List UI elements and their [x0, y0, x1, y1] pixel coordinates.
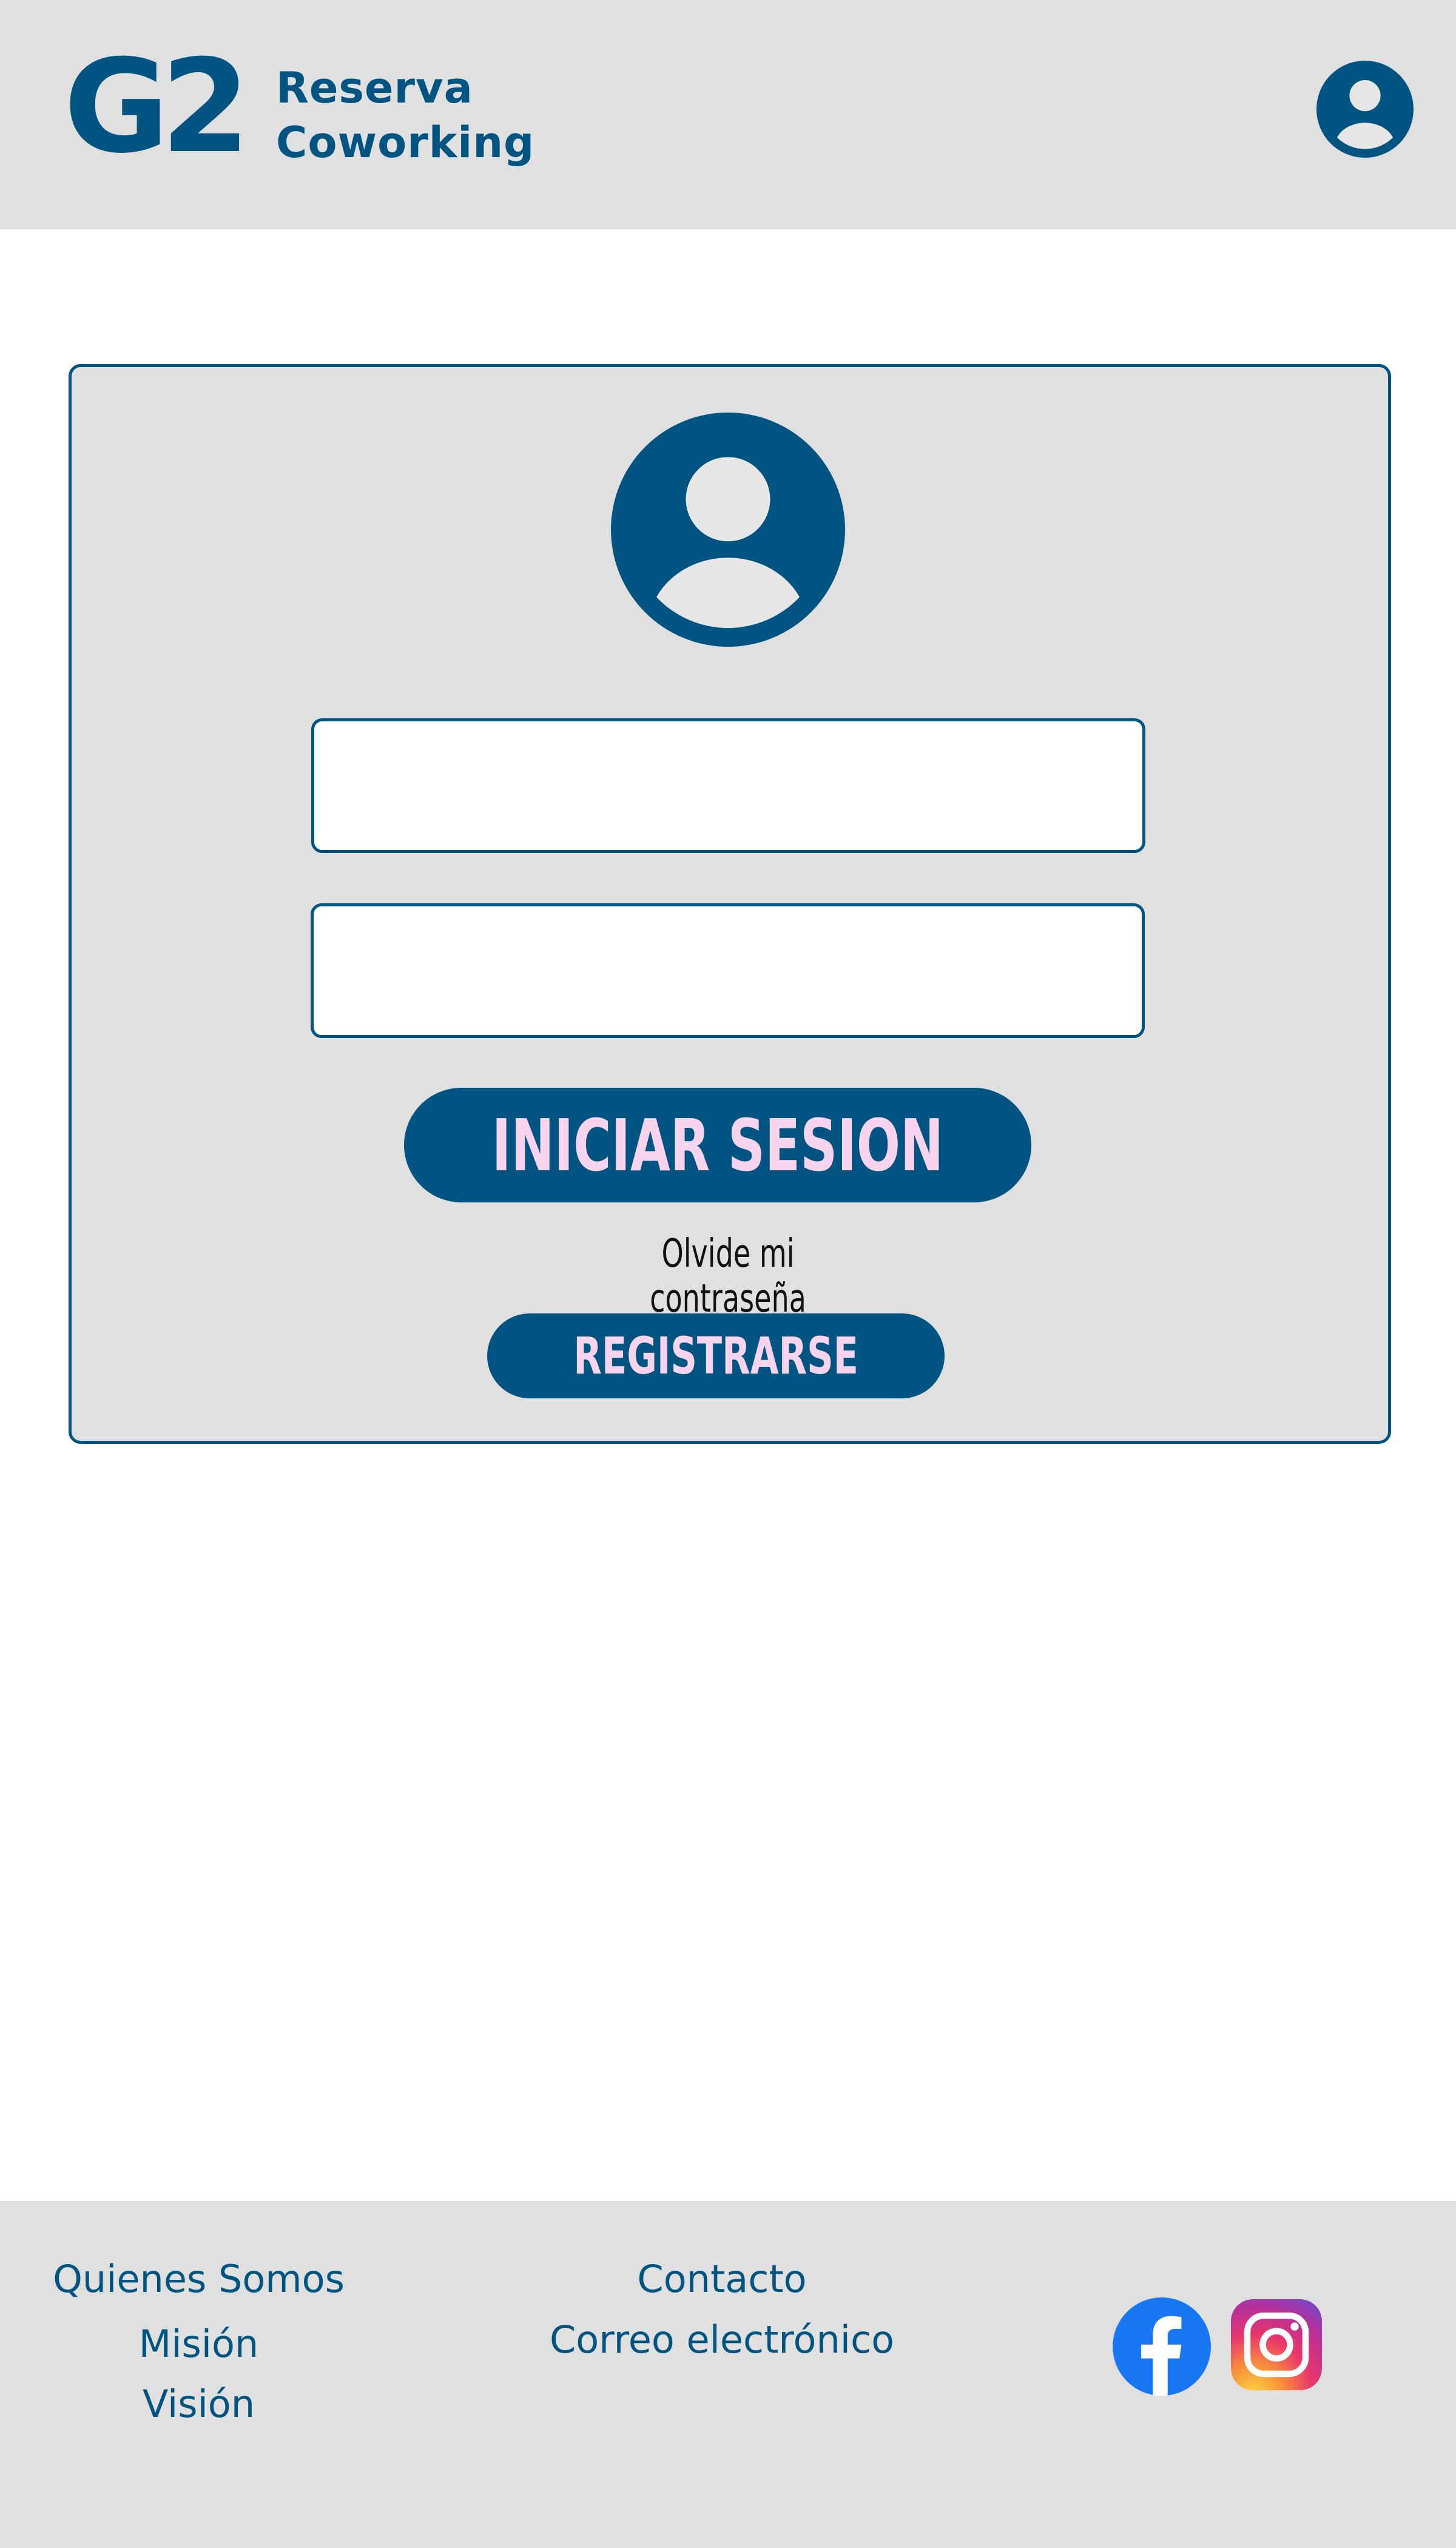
logo-text-line2: Coworking [276, 118, 535, 167]
footer-link-correo[interactable]: Correo electrónico [534, 2317, 910, 2362]
forgot-password-link[interactable]: Olvide mi contraseña [546, 1232, 910, 1321]
login-button[interactable]: INICIAR SESION [404, 1088, 1031, 1202]
logo-text-line1: Reserva [276, 63, 473, 113]
register-button[interactable]: REGISTRARSE [487, 1313, 945, 1398]
login-button-label: INICIAR SESION [491, 1103, 944, 1187]
password-field[interactable] [311, 903, 1145, 1038]
facebook-icon[interactable] [1113, 2297, 1211, 2396]
instagram-icon[interactable] [1231, 2299, 1322, 2390]
footer-link-quienes-somos[interactable]: Quienes Somos [49, 2257, 349, 2301]
footer-link-vision[interactable]: Visión [49, 2382, 349, 2426]
forgot-password-label: Olvide mi contraseña [650, 1232, 806, 1321]
user-avatar-icon[interactable] [1316, 61, 1414, 158]
username-field[interactable] [311, 718, 1145, 853]
logo-mark[interactable]: G2 [64, 42, 251, 171]
register-button-label: REGISTRARSE [573, 1326, 858, 1386]
user-avatar-icon [611, 413, 845, 647]
footer-link-contacto[interactable]: Contacto [534, 2257, 910, 2301]
footer-link-mision[interactable]: Misión [49, 2322, 349, 2366]
